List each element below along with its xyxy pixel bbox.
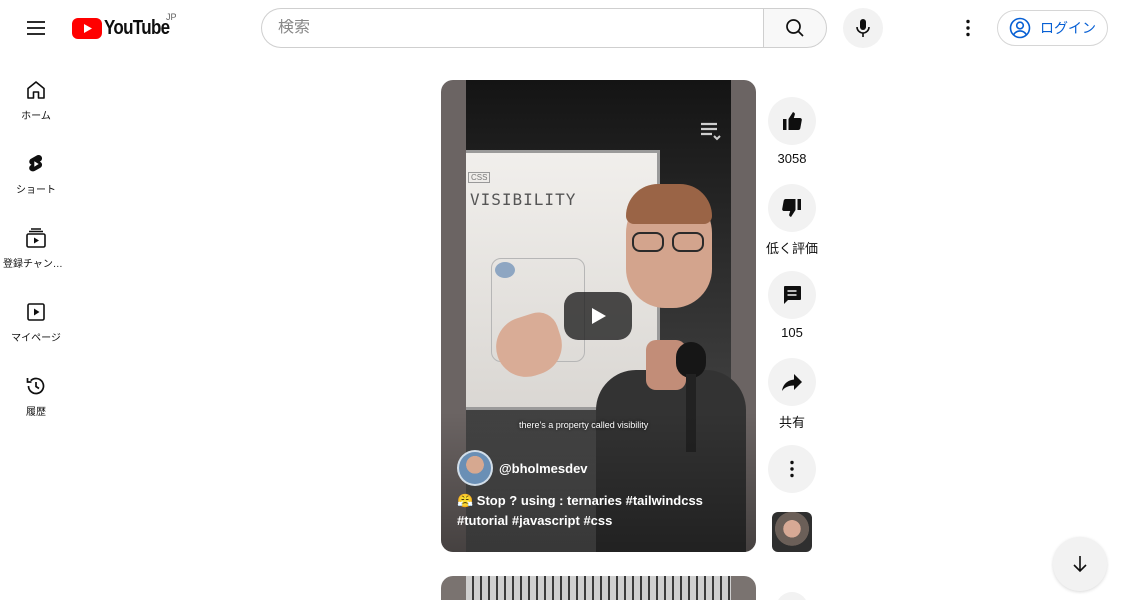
next-short-preview[interactable] [441, 576, 756, 600]
share-label: 共有 [778, 415, 805, 430]
play-button[interactable] [564, 292, 632, 340]
more-vertical-icon [966, 19, 970, 37]
sidebar-item-shorts[interactable]: ショート [0, 130, 72, 204]
shorts-player[interactable]: CSS VISIBILITY there's a property called… [441, 80, 756, 552]
play-icon [592, 308, 606, 324]
home-icon [27, 81, 45, 99]
video-title: 😤 Stop ? using : ternaries #tailwindcss … [457, 493, 703, 528]
search-icon [786, 19, 804, 37]
youtube-logo[interactable]: YouTube [72, 17, 181, 39]
history-icon [26, 377, 45, 395]
search-input[interactable] [278, 19, 764, 37]
sidebar-item-history[interactable]: 履歴 [0, 352, 72, 426]
dislike-label: 低く評価 [766, 241, 819, 256]
settings-menu-button[interactable] [948, 8, 988, 48]
whiteboard-avatar-drawing [495, 262, 515, 278]
region-code: JP [166, 12, 177, 22]
account-circle-icon [1009, 17, 1031, 39]
more-actions-button[interactable] [768, 445, 816, 493]
voice-search-button[interactable] [843, 8, 883, 48]
share-button[interactable] [768, 358, 816, 406]
subscriptions-icon [26, 228, 46, 248]
shorts-icon [29, 155, 43, 172]
comments-action: 105 [768, 271, 816, 343]
presenter-hair [626, 184, 712, 224]
search-box [261, 8, 764, 48]
like-button[interactable] [768, 97, 816, 145]
shorts-action-bar: 3058 低く評価 105 共有 [766, 97, 819, 493]
next-video-button[interactable] [1053, 537, 1107, 591]
sidebar-item-home[interactable]: ホーム [0, 56, 72, 130]
channel-name[interactable]: @bholmesdev [499, 461, 588, 476]
login-button[interactable]: ログイン [997, 10, 1108, 46]
comment-count: 105 [781, 325, 803, 340]
sidebar-item-you[interactable]: マイページ [0, 278, 72, 352]
sidebar-item-subscriptions[interactable]: 登録チャンネル [0, 204, 72, 278]
mini-guide: ホーム ショート 登録チャンネル マイページ 履歴 [0, 56, 72, 426]
like-action: 3058 [768, 97, 816, 169]
search-button[interactable] [763, 8, 827, 48]
sidebar-item-label: 履歴 [26, 407, 46, 418]
whiteboard-text: VISIBILITY [470, 190, 577, 209]
sidebar-item-label: マイページ [11, 333, 61, 344]
video-menu-overlay-icon [698, 118, 722, 147]
comment-icon [784, 286, 801, 304]
channel-info[interactable]: @bholmesdev [457, 450, 588, 486]
dislike-action: 低く評価 [766, 184, 819, 256]
more-actions [768, 445, 816, 493]
sidebar-item-label: ホーム [21, 111, 51, 122]
share-action: 共有 [768, 358, 816, 430]
like-count: 3058 [777, 151, 807, 166]
youtube-play-logo-icon [72, 17, 102, 39]
next-short-like-button[interactable] [776, 592, 808, 600]
share-arrow-icon [782, 374, 802, 391]
thumbs-up-icon [783, 112, 802, 130]
thumbs-down-icon [782, 199, 801, 217]
sound-remix-thumbnail[interactable] [772, 512, 812, 552]
sidebar-item-label: 登録チャンネル [3, 259, 69, 270]
next-short-frame [466, 576, 731, 600]
dislike-button[interactable] [768, 184, 816, 232]
login-label: ログイン [1040, 20, 1096, 36]
library-icon [27, 303, 45, 321]
whiteboard-css-label: CSS [468, 172, 491, 183]
comments-button[interactable] [768, 271, 816, 319]
masthead: YouTube JP ログイン [0, 0, 1124, 56]
hamburger-icon [27, 21, 45, 35]
video-subtitle: there's a property called visibility [519, 420, 649, 430]
more-vertical-icon [790, 460, 794, 478]
logo-wordmark: YouTube [104, 16, 170, 39]
channel-avatar[interactable] [457, 450, 493, 486]
sidebar-item-label: ショート [16, 185, 56, 196]
presenter-glasses [626, 232, 712, 254]
guide-menu-button[interactable] [16, 8, 56, 48]
arrow-down-icon [1073, 556, 1087, 573]
microphone-icon [856, 19, 870, 37]
